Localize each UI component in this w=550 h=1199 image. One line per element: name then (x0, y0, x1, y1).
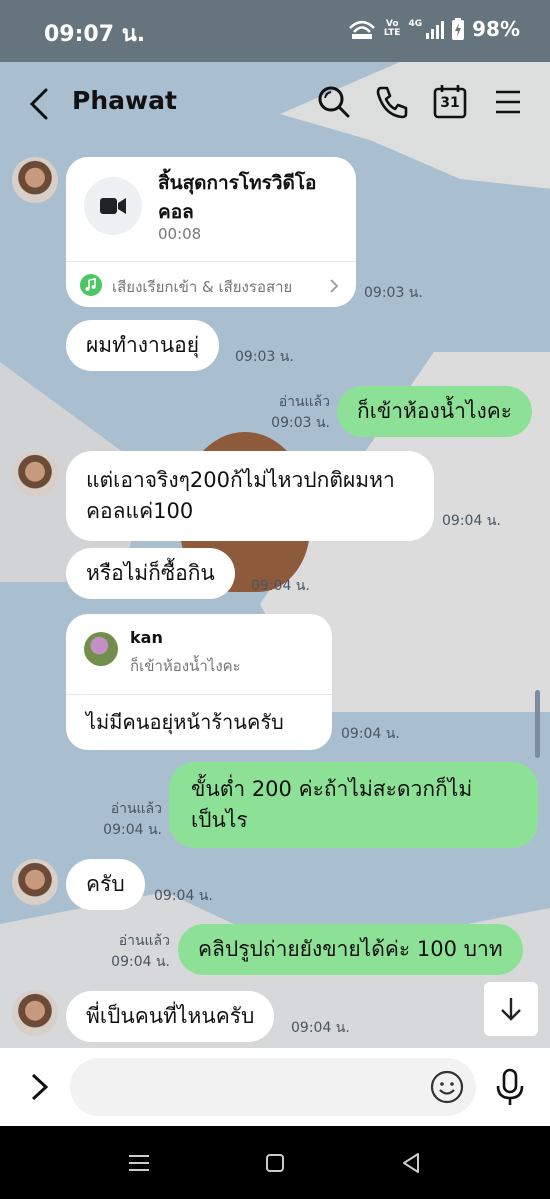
reply-avatar (84, 632, 118, 666)
message-time: 09:04 น. (341, 726, 400, 742)
message-text: ขั้นต่ำ 200 ค่ะถ้าไม่สะดวกก็ไม่ (191, 777, 473, 801)
back-nav-icon[interactable] (396, 1148, 426, 1178)
battery-icon (452, 18, 465, 40)
status-time: 09:07 น. (44, 22, 146, 47)
mic-icon[interactable] (494, 1068, 526, 1106)
avatar[interactable] (12, 157, 58, 203)
reply-message[interactable]: kan ก็เข้าห้องน้ำไงคะ ไม่มีคนอยุ่หน้าร้า… (66, 614, 332, 750)
status-icons: Vo LTE 4G 98% (348, 17, 520, 41)
read-receipt: อ่านแล้ว 09:03 น. (271, 394, 330, 431)
music-icon (80, 274, 102, 296)
message-time: 09:04 น. (442, 513, 501, 529)
home-icon[interactable] (260, 1148, 290, 1178)
scrollbar[interactable] (535, 690, 540, 758)
message-bubble[interactable]: ครับ (66, 859, 145, 910)
message-bubble[interactable]: ผมทำงานอยุ่ (66, 320, 220, 371)
avatar[interactable] (12, 451, 58, 497)
message-text: เป็นไร (191, 808, 248, 832)
read-receipt: อ่านแล้ว 09:04 น. (111, 933, 170, 970)
signal-icon: 4G (408, 19, 445, 39)
message-text: ไม่มีคนอยุ่หน้าร้านครับ (86, 710, 284, 734)
call-title: สิ้นสุดการโทรวิดีโอคอล (158, 172, 317, 223)
calendar-icon[interactable]: 31 (430, 82, 470, 122)
message-time: 09:03 น. (235, 349, 294, 365)
search-icon[interactable] (314, 82, 354, 122)
message-input-bar (0, 1048, 550, 1126)
message-bubble[interactable]: แต่เอาจริงๆ200ก้ไม่ไหวปกติผมหา คอลแค่100 (66, 451, 434, 541)
video-camera-icon (100, 198, 126, 214)
call-duration: 00:08 (158, 225, 202, 243)
message-bubble[interactable]: ขั้นต่ำ 200 ค่ะถ้าไม่สะดวกก็ไม่ เป็นไร (169, 762, 538, 848)
arrow-down-icon (501, 998, 521, 1021)
back-icon[interactable] (26, 84, 54, 124)
chevron-right-icon[interactable] (28, 1072, 52, 1102)
phone-icon[interactable] (372, 82, 412, 122)
scroll-to-bottom-button[interactable] (484, 982, 538, 1036)
message-time: 09:04 น. (251, 578, 310, 594)
message-text: แต่เอาจริงๆ200ก้ไม่ไหวปกติผมหา (86, 468, 395, 492)
message-text: คอลแค่100 (86, 499, 194, 523)
menu-icon[interactable] (488, 82, 528, 122)
system-nav-bar (0, 1126, 550, 1199)
read-receipt: อ่านแล้ว 09:04 น. (103, 801, 162, 838)
divider (66, 694, 332, 695)
message-time: 09:04 น. (291, 1020, 350, 1036)
message-time: 09:04 น. (154, 888, 213, 904)
ringtone-link[interactable]: เสียงเรียกเข้า & เสียงรอสาย (66, 261, 356, 307)
status-bar: 09:07 น. Vo LTE 4G 98% (0, 0, 550, 62)
message-bubble[interactable]: คลิปรูปถ่ายยังขายได้ค่ะ 100 บาท (178, 924, 523, 975)
avatar[interactable] (12, 859, 58, 905)
chat-title[interactable]: Phawat (72, 86, 177, 115)
video-call-card[interactable]: สิ้นสุดการโทรวิดีโอคอล 00:08 เสียงเรียกเ… (66, 157, 356, 307)
avatar[interactable] (12, 990, 58, 1036)
chevron-right-icon (330, 279, 339, 293)
recents-icon[interactable] (124, 1148, 154, 1178)
message-bubble[interactable]: หรือไม่ก็ซื้อกิน (66, 548, 235, 599)
message-input[interactable] (70, 1058, 476, 1116)
reply-quote: ก็เข้าห้องน้ำไงคะ (130, 657, 241, 675)
emoji-icon[interactable] (430, 1070, 464, 1104)
message-bubble[interactable]: ก็เข้าห้องน้ำไงคะ (337, 386, 533, 437)
call-icon-wrap (84, 177, 142, 235)
ringtone-label: เสียงเรียกเข้า & เสียงรอสาย (112, 278, 293, 296)
hotspot-icon (349, 20, 375, 39)
reply-sender: kan (130, 628, 163, 647)
calendar-day: 31 (440, 95, 460, 111)
volte-indicator: Vo LTE (383, 19, 401, 38)
message-time: 09:03 น. (364, 285, 423, 301)
message-bubble[interactable]: พี่เป็นคนที่ไหนครับ (66, 991, 275, 1042)
battery-percent: 98% (472, 17, 520, 41)
